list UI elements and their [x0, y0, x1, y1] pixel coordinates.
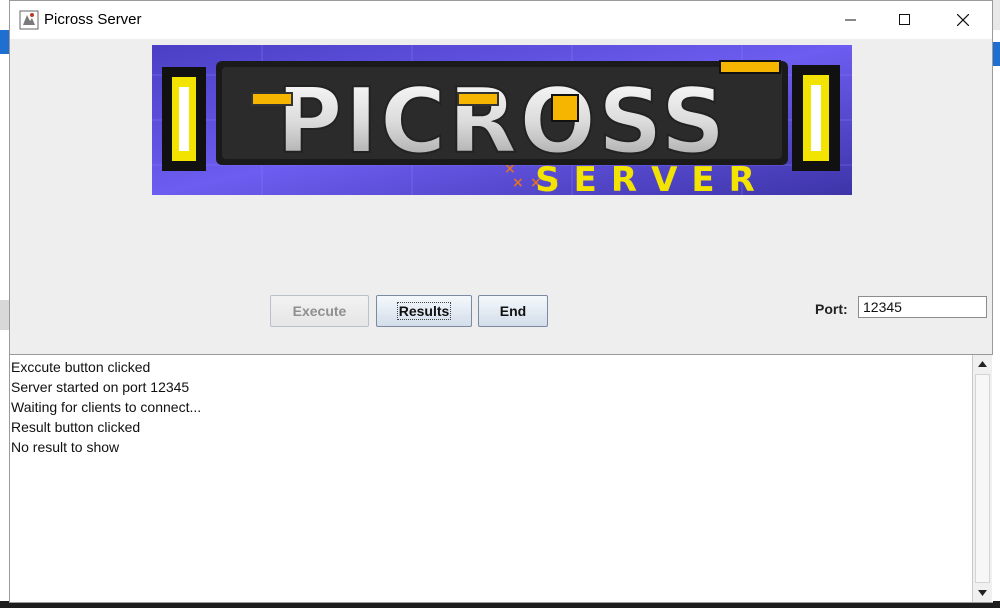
logo-subtext: SERVER [535, 160, 769, 195]
app-icon [19, 10, 39, 30]
scroll-track[interactable] [975, 374, 990, 583]
port-input[interactable] [858, 296, 987, 318]
window-title: Picross Server [44, 11, 142, 28]
scroll-up-button[interactable] [973, 355, 992, 373]
log-output-area[interactable]: Exccute button clicked Server started on… [10, 354, 993, 602]
scroll-down-icon [978, 590, 987, 596]
log-lines: Exccute button clicked Server started on… [11, 358, 971, 458]
desktop-gray-strip [0, 300, 9, 330]
log-line: No result to show [11, 439, 120, 455]
scroll-up-icon [978, 361, 987, 367]
minimize-button[interactable] [822, 1, 880, 39]
desktop-blue-strip-right [993, 42, 1000, 66]
logo-text: PICROSS [277, 69, 728, 174]
desktop-blue-strip [0, 30, 9, 54]
desktop-edge-left [0, 0, 9, 608]
results-button-label: Results [396, 302, 452, 320]
log-line: Exccute button clicked [11, 359, 151, 375]
svg-text:×: × [512, 175, 524, 191]
results-button[interactable]: Results [376, 295, 472, 327]
minimize-icon [845, 19, 856, 21]
app-window: Picross Server × × × × PICROSS SERVER Ex… [9, 0, 993, 603]
port-label: Port: [815, 301, 848, 317]
log-line: Server started on port 12345 [11, 379, 190, 395]
log-scrollbar[interactable] [972, 355, 992, 602]
scroll-down-button[interactable] [973, 584, 992, 602]
end-button[interactable]: End [478, 295, 548, 327]
close-button[interactable] [934, 1, 992, 39]
log-line: Result button clicked [11, 419, 141, 435]
close-icon [957, 14, 969, 26]
end-button-label: End [499, 303, 527, 319]
logo-letters: PICROSS [276, 68, 728, 175]
execute-button-label: Execute [292, 303, 347, 319]
banner-image: × × × × PICROSS SERVER [152, 45, 852, 195]
maximize-icon [899, 14, 910, 25]
title-bar[interactable]: Picross Server [10, 1, 992, 39]
log-line: Waiting for clients to connect... [11, 399, 202, 415]
picross-server-banner: × × × × PICROSS SERVER [152, 45, 852, 195]
execute-button[interactable]: Execute [270, 295, 369, 327]
desktop-edge-right [993, 30, 1000, 608]
maximize-button[interactable] [876, 1, 934, 39]
